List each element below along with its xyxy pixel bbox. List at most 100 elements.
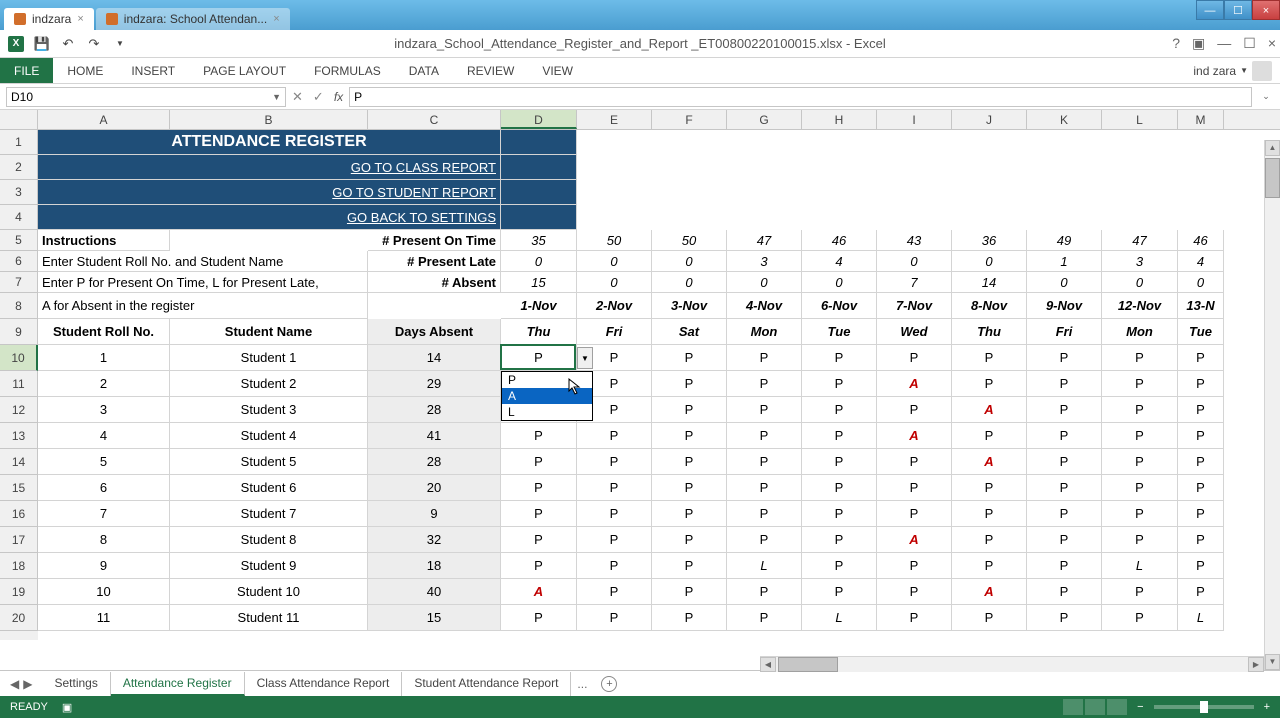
cell[interactable]: # Present Late	[368, 251, 501, 272]
cell[interactable]: 0	[802, 272, 877, 293]
row-header[interactable]: 17	[0, 527, 38, 553]
row-header[interactable]: 8	[0, 293, 38, 319]
cell[interactable]: 0	[577, 251, 652, 272]
qat-dropdown-icon[interactable]: ▼	[112, 36, 128, 52]
cell[interactable]: Student 1	[170, 345, 368, 371]
cell[interactable]: P	[577, 605, 652, 631]
sheet-tab[interactable]: Settings	[42, 672, 110, 696]
cell[interactable]: P	[501, 605, 577, 631]
cell[interactable]: P	[577, 449, 652, 475]
cell[interactable]: 32	[368, 527, 501, 553]
cell[interactable]: A	[877, 423, 952, 449]
cell[interactable]: P	[952, 501, 1027, 527]
browser-tab[interactable]: indzara: School Attendan... ×	[96, 8, 290, 30]
cell[interactable]: 0	[501, 251, 577, 272]
cell[interactable]: P	[802, 475, 877, 501]
link-cell[interactable]: GO BACK TO SETTINGS	[38, 205, 501, 230]
cell[interactable]: P	[501, 345, 577, 371]
formula-input[interactable]: P	[349, 87, 1252, 107]
row-header[interactable]: 9	[0, 319, 38, 345]
cell[interactable]: 29	[368, 371, 501, 397]
dropdown-option[interactable]: L	[502, 404, 592, 420]
ribbon-tab-review[interactable]: REVIEW	[453, 58, 528, 83]
cell[interactable]: P	[1102, 527, 1178, 553]
cell[interactable]: P	[802, 449, 877, 475]
column-header[interactable]: A	[38, 110, 170, 129]
cell[interactable]: 0	[952, 251, 1027, 272]
cell[interactable]: P	[1102, 501, 1178, 527]
cell[interactable]: Fri	[1027, 319, 1102, 345]
cell[interactable]: P	[877, 553, 952, 579]
cell[interactable]: A	[952, 579, 1027, 605]
ribbon-tab-insert[interactable]: INSERT	[117, 58, 189, 83]
cell[interactable]: P	[877, 579, 952, 605]
sheet-tab[interactable]: Student Attendance Report	[402, 672, 571, 696]
row-header[interactable]: 10	[0, 345, 38, 371]
cell[interactable]: L	[1102, 553, 1178, 579]
column-header[interactable]: I	[877, 110, 952, 129]
cell[interactable]: P	[952, 553, 1027, 579]
cell[interactable]: 35	[501, 230, 577, 251]
row-header[interactable]: 2	[0, 155, 38, 180]
cell[interactable]: Thu	[501, 319, 577, 345]
cell[interactable]: P	[727, 423, 802, 449]
cell[interactable]: P	[727, 527, 802, 553]
column-header[interactable]: J	[952, 110, 1027, 129]
cell[interactable]: 5	[38, 449, 170, 475]
zoom-thumb[interactable]	[1200, 701, 1208, 713]
cell[interactable]: P	[652, 475, 727, 501]
ribbon-tab-file[interactable]: FILE	[0, 58, 53, 83]
cell[interactable]: 50	[577, 230, 652, 251]
cell[interactable]: 7	[38, 501, 170, 527]
cell[interactable]: 0	[652, 272, 727, 293]
cell[interactable]: 1	[38, 345, 170, 371]
cell[interactable]: 49	[1027, 230, 1102, 251]
cell[interactable]	[501, 180, 577, 205]
dropdown-option[interactable]: P	[502, 372, 592, 388]
cell[interactable]: 15	[368, 605, 501, 631]
chevron-down-icon[interactable]: ▼	[272, 92, 281, 102]
cell[interactable]: P	[1102, 423, 1178, 449]
cell[interactable]: P	[877, 449, 952, 475]
cell[interactable]: 6-Nov	[802, 293, 877, 319]
vertical-scrollbar[interactable]: ▲ ▼	[1264, 140, 1280, 670]
cell[interactable]: 1-Nov	[501, 293, 577, 319]
cell[interactable]: Student 4	[170, 423, 368, 449]
cell[interactable]: P	[1102, 397, 1178, 423]
cell[interactable]: 28	[368, 397, 501, 423]
cell[interactable]: Student 2	[170, 371, 368, 397]
cell[interactable]: A	[501, 579, 577, 605]
cell[interactable]: P	[1027, 397, 1102, 423]
cell[interactable]: P	[1178, 527, 1224, 553]
cell[interactable]: 43	[877, 230, 952, 251]
cell[interactable]: P	[577, 501, 652, 527]
cell[interactable]: P	[501, 449, 577, 475]
cell[interactable]: P	[1178, 345, 1224, 371]
cell[interactable]: P	[727, 475, 802, 501]
cell[interactable]: P	[1102, 371, 1178, 397]
cell[interactable]: P	[877, 345, 952, 371]
cell[interactable]: 47	[727, 230, 802, 251]
cell[interactable]: ATTENDANCE REGISTER	[38, 130, 501, 155]
zoom-in-icon[interactable]: +	[1264, 701, 1270, 713]
cell[interactable]: Enter P for Present On Time, L for Prese…	[38, 272, 368, 293]
help-icon[interactable]: ?	[1172, 35, 1180, 52]
cell[interactable]: P	[952, 475, 1027, 501]
cell[interactable]	[501, 155, 577, 180]
cell[interactable]: P	[652, 527, 727, 553]
cancel-icon[interactable]: ✕	[292, 89, 303, 105]
cell[interactable]: P	[727, 449, 802, 475]
cell[interactable]: P	[501, 527, 577, 553]
cell[interactable]: 47	[1102, 230, 1178, 251]
cell[interactable]: P	[501, 423, 577, 449]
cell[interactable]: P	[727, 345, 802, 371]
cell[interactable]: 28	[368, 449, 501, 475]
scroll-thumb[interactable]	[778, 657, 838, 672]
cell[interactable]: P	[802, 423, 877, 449]
row-header[interactable]: 6	[0, 251, 38, 272]
column-header[interactable]: D	[501, 110, 577, 129]
ribbon-tab-formulas[interactable]: FORMULAS	[300, 58, 395, 83]
cell[interactable]: 9-Nov	[1027, 293, 1102, 319]
cell[interactable]: A	[952, 397, 1027, 423]
restore-icon[interactable]: ☐	[1243, 35, 1256, 52]
